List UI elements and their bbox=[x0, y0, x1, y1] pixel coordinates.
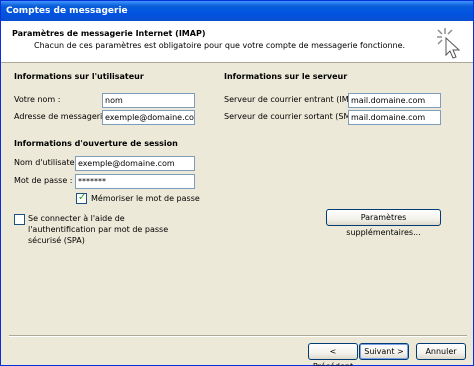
window-title: Comptes de messagerie bbox=[1, 1, 473, 21]
email-field[interactable]: exemple@domaine.com bbox=[102, 110, 195, 125]
spa-label-line3: sécurisé (SPA) bbox=[28, 236, 85, 245]
settings-form: Informations sur l'utilisateur Votre nom… bbox=[1, 64, 473, 334]
back-button[interactable]: < Précédent bbox=[308, 343, 358, 366]
outgoing-server-label: Serveur de courrier sortant (SMTP) : bbox=[224, 112, 369, 121]
wizard-header: Paramètres de messagerie Internet (IMAP)… bbox=[1, 21, 473, 63]
cursor-click-icon bbox=[437, 28, 461, 59]
name-label: Votre nom : bbox=[14, 95, 61, 104]
remember-password-checkbox[interactable]: ✓ bbox=[76, 192, 87, 204]
next-button[interactable]: Suivant > bbox=[359, 343, 409, 360]
header-title: Paramètres de messagerie Internet (IMAP) bbox=[12, 29, 206, 38]
mail-accounts-dialog: Comptes de messagerie Paramètres de mess… bbox=[0, 0, 474, 366]
spa-label-line1: Se connecter à l'aide de bbox=[28, 214, 125, 223]
incoming-server-label: Serveur de courrier entrant (IMAP) : bbox=[224, 95, 368, 104]
spa-checkbox[interactable] bbox=[14, 214, 25, 225]
checkmark-icon: ✓ bbox=[78, 192, 87, 203]
incoming-server-field[interactable]: mail.domaine.com bbox=[348, 93, 441, 108]
footer-divider bbox=[9, 335, 467, 337]
cancel-button[interactable]: Annuler bbox=[416, 343, 466, 360]
password-label: Mot de passe : bbox=[14, 176, 73, 185]
spa-label-line2: l'authentification par mot de passe bbox=[28, 225, 169, 234]
remember-password-label: Mémoriser le mot de passe bbox=[91, 194, 200, 203]
logon-info-title: Informations d'ouverture de session bbox=[14, 139, 178, 148]
server-info-title: Informations sur le serveur bbox=[224, 72, 348, 81]
user-info-title: Informations sur l'utilisateur bbox=[14, 72, 144, 81]
header-description: Chacun de ces paramètres est obligatoire… bbox=[34, 41, 406, 50]
name-field[interactable]: nom bbox=[102, 93, 195, 108]
username-field[interactable]: exemple@domaine.com bbox=[75, 156, 195, 171]
more-settings-button[interactable]: Paramètres supplémentaires... bbox=[326, 209, 441, 237]
outgoing-server-field[interactable]: mail.domaine.com bbox=[348, 110, 441, 125]
password-field[interactable]: ******* bbox=[75, 174, 195, 189]
email-label: Adresse de messagerie : bbox=[14, 112, 113, 121]
